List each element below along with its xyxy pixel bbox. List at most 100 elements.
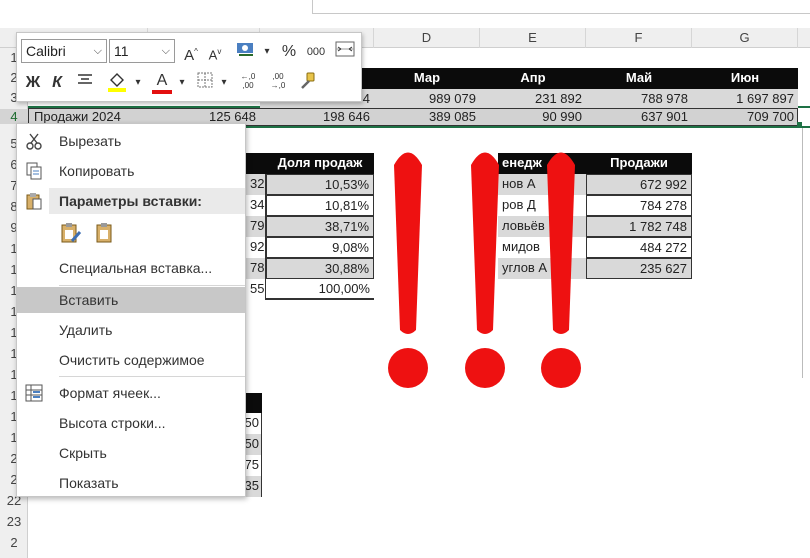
format-cells-icon [25,384,43,402]
cell-c4[interactable]: 198 646 [260,107,374,128]
copy-icon [26,162,42,180]
italic-button[interactable]: К [47,71,67,95]
mini-toolbar: Calibri ⌵ 11 ⌵ A^ Av ▾ % 000 Ж К ▾ A ▾ ▾… [16,32,362,102]
paste-options-header: Параметры вставки: [17,188,245,214]
fill-handle[interactable] [797,122,802,127]
context-menu: Вырезать Копировать Параметры вставки: С… [16,123,246,497]
cell-e4[interactable]: 90 990 [480,107,586,128]
accounting-format-button[interactable] [231,40,261,64]
menu-item-format-cells[interactable]: Формат ячеек... [17,380,245,406]
menu-item-row-height[interactable]: Высота строки... [17,410,245,436]
chevron-down-icon[interactable]: ▾ [261,40,273,64]
column-header-e[interactable]: E [480,28,586,48]
decrease-decimal-button[interactable]: ,00 →,0 [265,69,291,93]
menu-item-clear-contents[interactable]: Очистить содержимое [17,347,245,373]
menu-separator [59,285,245,286]
font-size-box[interactable]: 11 ⌵ [109,39,175,63]
exclamation-2-bar [471,152,499,334]
table-left-share[interactable]: 9,08% [266,237,374,258]
currency-icon [237,43,253,56]
table-right-sales[interactable]: 1 782 748 [586,216,692,237]
table-left-share[interactable]: 10,81% [266,195,374,216]
comma-style-button[interactable]: 000 [303,40,329,64]
table-left-header-cut [246,153,266,174]
paint-bucket-icon [108,73,126,92]
font-name-box[interactable]: Calibri ⌵ [21,39,107,63]
row-header-selected[interactable]: 4 [0,109,28,124]
paste-option-paste[interactable] [93,221,117,245]
menu-item-unhide[interactable]: Показать [17,470,245,496]
chevron-down-icon[interactable]: ▾ [219,71,229,95]
align-center-button[interactable] [73,71,97,95]
menu-item-copy[interactable]: Копировать [17,158,245,184]
column-header-g[interactable]: G [692,28,798,48]
grid-boundary [802,128,810,378]
font-color-button[interactable]: A [149,69,175,94]
paste-formatting-icon [61,223,82,243]
column-header-d[interactable]: D [374,28,480,48]
table-left-cut[interactable]: 32 [246,174,266,195]
menu-item-paste-special[interactable]: Специальная вставка... [17,255,245,281]
table-left-share[interactable]: 30,88% [266,258,374,279]
merge-icon [335,41,355,57]
clipboard-icon [26,193,42,210]
table-right-sales[interactable]: 484 272 [586,237,692,258]
table-left-share[interactable]: 38,71% [266,216,374,237]
table-right-sales[interactable]: 235 627 [586,258,692,279]
chevron-down-icon: ⌵ [161,45,170,57]
bold-button[interactable]: Ж [23,71,43,95]
table-left-share[interactable]: 10,53% [266,174,374,195]
font-size-value: 11 [114,43,129,59]
menu-item-delete[interactable]: Удалить [17,317,245,343]
merge-center-button[interactable] [333,40,357,64]
formula-bar-area [312,0,810,14]
month-header-jun[interactable]: Июн [692,68,798,89]
chevron-down-icon[interactable]: ▾ [177,71,187,95]
fill-color-button[interactable] [103,71,131,95]
month-header-apr[interactable]: Апр [480,68,586,89]
menu-item-insert[interactable]: Вставить [17,287,245,313]
table-left-cut[interactable]: 79 [246,216,266,237]
grow-font-button[interactable]: A^ [181,40,201,64]
table-left-share-total[interactable]: 100,00% [266,279,374,300]
scissors-icon [26,133,42,150]
borders-button[interactable] [193,71,217,95]
month-header-may[interactable]: Май [586,68,692,89]
borders-icon [197,72,213,88]
font-color-swatch [152,90,172,94]
font-name-value: Calibri [26,43,66,59]
exclamation-marks-graphic [388,152,581,388]
percent-style-button[interactable]: % [277,40,301,64]
cell-g4[interactable]: 709 700 [692,107,798,128]
row-header[interactable]: 23 [0,514,28,529]
chevron-down-icon[interactable]: ▾ [133,71,143,95]
table-right-sales[interactable]: 784 278 [586,195,692,216]
table-left-cut[interactable]: 34 [246,195,266,216]
column-header-f[interactable]: F [586,28,692,48]
menu-item-hide[interactable]: Скрыть [17,440,245,466]
table-left-cut[interactable]: 92 [246,237,266,258]
table-left-header[interactable]: Доля продаж [266,153,374,174]
cell-d4[interactable]: 389 085 [374,107,480,128]
paste-icon [96,223,112,243]
table-left-cut[interactable]: 55 [246,279,266,300]
shrink-font-button[interactable]: Av [205,40,225,64]
align-center-icon [78,74,92,84]
paste-option-keep-formatting[interactable] [59,221,83,245]
month-header-mar[interactable]: Мар [374,68,480,89]
menu-separator [59,376,245,377]
row-header[interactable]: 2 [0,535,28,550]
exclamation-3-bar [547,152,575,334]
exclamation-2-dot [465,348,505,388]
exclamation-1-dot [388,348,428,388]
table-right-sales[interactable]: 672 992 [586,174,692,195]
format-painter-button[interactable] [295,71,319,95]
table-left-cut[interactable]: 78 [246,258,266,279]
format-painter-icon [301,72,315,89]
table-bottom-header [246,393,262,413]
exclamation-3-dot [541,348,581,388]
table-right-header-sales[interactable]: Продажи [586,153,692,174]
increase-decimal-button[interactable]: ←,0 ,00 [235,69,261,93]
menu-item-cut[interactable]: Вырезать [17,128,245,154]
cell-f4[interactable]: 637 901 [586,107,692,128]
